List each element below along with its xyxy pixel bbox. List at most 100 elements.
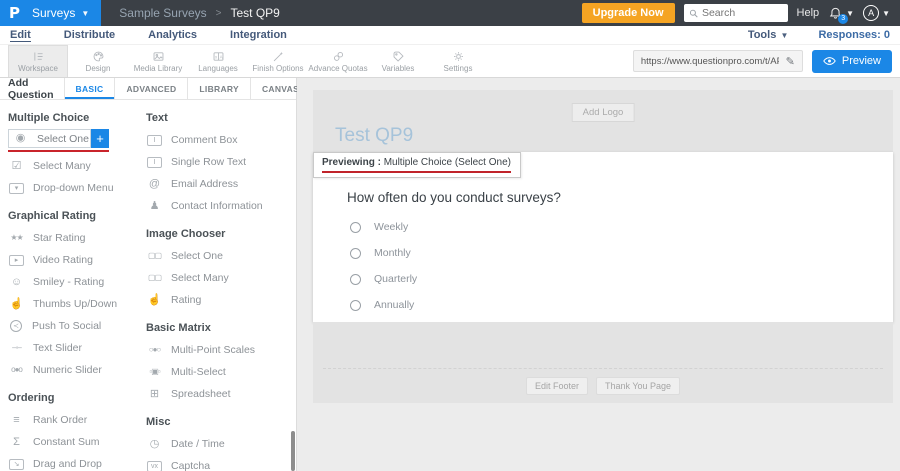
toolbar-workspace[interactable]: Workspace bbox=[8, 45, 68, 77]
share-icon: ≺ bbox=[10, 320, 22, 332]
question-type-star-rating[interactable]: ★★ Star Rating bbox=[8, 227, 146, 249]
section-misc: Misc bbox=[146, 416, 294, 428]
previewing-value: Multiple Choice (Select One) bbox=[384, 157, 511, 168]
multi-point-icon: ○●○ bbox=[146, 346, 163, 354]
question-type-spreadsheet[interactable]: ⊞ Spreadsheet bbox=[146, 383, 294, 405]
toolbar-design[interactable]: Design bbox=[68, 45, 128, 77]
section-ordering: Ordering bbox=[8, 392, 146, 404]
slider-icon: ‒◦‒ bbox=[8, 344, 25, 352]
workspace-icon bbox=[32, 50, 45, 63]
radio-icon[interactable] bbox=[350, 274, 361, 285]
question-type-select-one[interactable]: ◉ Select One + bbox=[8, 129, 109, 148]
question-type-image-rating[interactable]: ☝ Rating bbox=[146, 289, 294, 311]
tab-distribute[interactable]: Distribute bbox=[64, 29, 115, 41]
question-type-smiley-rating[interactable]: ☺ Smiley - Rating bbox=[8, 271, 146, 293]
responses-count[interactable]: Responses: 0 bbox=[818, 29, 890, 41]
question-type-multi-select[interactable]: ▫▣▫ Multi-Select bbox=[146, 361, 294, 383]
question-type-select-many[interactable]: ☑ Select Many bbox=[8, 155, 146, 177]
question-type-numeric-slider[interactable]: o●o Numeric Slider bbox=[8, 359, 146, 381]
image-pair-icon: ▢▢ bbox=[146, 274, 163, 282]
tab-advanced[interactable]: ADVANCED bbox=[114, 78, 187, 99]
question-text[interactable]: How often do you conduct surveys? bbox=[347, 190, 561, 205]
thumb-icon: ☝ bbox=[8, 299, 25, 310]
tab-edit[interactable]: Edit bbox=[10, 29, 31, 42]
toolbar-media-library[interactable]: Media Library bbox=[128, 45, 188, 77]
question-type-single-row-text[interactable]: I Single Row Text bbox=[146, 151, 294, 173]
edit-url-pencil-icon[interactable]: ✎ bbox=[786, 55, 795, 68]
avatar[interactable]: A bbox=[863, 5, 879, 21]
question-type-thumbs-up-down[interactable]: ☝ Thumbs Up/Down bbox=[8, 293, 146, 315]
tools-dropdown[interactable]: Tools ▼ bbox=[748, 29, 789, 41]
radio-option-monthly[interactable]: Monthly bbox=[350, 240, 417, 266]
magic-wand-icon bbox=[272, 50, 285, 63]
chevron-down-icon[interactable]: ▼ bbox=[846, 9, 854, 18]
search-input[interactable] bbox=[702, 7, 783, 19]
previewing-label: Previewing : bbox=[322, 157, 381, 168]
chevron-down-icon[interactable]: ▼ bbox=[882, 9, 890, 18]
help-link[interactable]: Help bbox=[797, 7, 820, 19]
thank-you-page-button[interactable]: Thank You Page bbox=[596, 377, 680, 395]
edit-footer-button[interactable]: Edit Footer bbox=[526, 377, 588, 395]
radio-icon[interactable] bbox=[350, 300, 361, 311]
search-icon bbox=[689, 8, 698, 19]
add-question-plus-button[interactable]: + bbox=[91, 129, 109, 148]
radio-option-annually[interactable]: Annually bbox=[350, 292, 417, 318]
question-type-multi-point-scales[interactable]: ○●○ Multi-Point Scales bbox=[146, 339, 294, 361]
question-type-drag-and-drop[interactable]: ↘ Drag and Drop bbox=[8, 453, 146, 471]
checkbox-list-icon: ☑ bbox=[8, 161, 25, 172]
question-type-rank-order[interactable]: ≡ Rank Order bbox=[8, 409, 146, 431]
question-type-image-select-one[interactable]: ▢▢ Select One bbox=[146, 245, 294, 267]
question-type-label: Select One bbox=[37, 133, 89, 145]
question-type-text-slider[interactable]: ‒◦‒ Text Slider bbox=[8, 337, 146, 359]
question-type-contact-information[interactable]: ♟ Contact Information bbox=[146, 195, 294, 217]
question-type-constant-sum[interactable]: Σ Constant Sum bbox=[8, 431, 146, 453]
comment-box-icon: I bbox=[147, 135, 162, 146]
section-graphical-rating: Graphical Rating bbox=[8, 210, 146, 222]
breadcrumb-parent[interactable]: Sample Surveys bbox=[119, 6, 206, 20]
radio-icon[interactable] bbox=[350, 248, 361, 259]
tab-library[interactable]: LIBRARY bbox=[187, 78, 250, 99]
toolbar-variables[interactable]: Variables bbox=[368, 45, 428, 77]
radio-option-weekly[interactable]: Weekly bbox=[350, 214, 417, 240]
question-type-dropdown-menu[interactable]: ▾ Drop-down Menu bbox=[8, 177, 146, 199]
toolbar-finish-options[interactable]: Finish Options bbox=[248, 45, 308, 77]
tab-integration[interactable]: Integration bbox=[230, 29, 287, 41]
captcha-icon: vx bbox=[147, 461, 162, 471]
breadcrumb-current: Test QP9 bbox=[231, 6, 280, 20]
numbered-list-icon: ≡ bbox=[8, 415, 25, 426]
notifications-bell-icon[interactable]: 3 bbox=[828, 6, 843, 21]
question-type-image-select-many[interactable]: ▢▢ Select Many bbox=[146, 267, 294, 289]
tab-basic[interactable]: BASIC bbox=[64, 78, 115, 99]
radio-option-quarterly[interactable]: Quarterly bbox=[350, 266, 417, 292]
question-type-email-address[interactable]: @ Email Address bbox=[146, 173, 294, 195]
tab-analytics[interactable]: Analytics bbox=[148, 29, 197, 41]
section-multiple-choice: Multiple Choice bbox=[8, 112, 146, 124]
tutorial-underline bbox=[8, 150, 109, 152]
thumb-rating-icon: ☝ bbox=[146, 295, 163, 306]
numeric-slider-icon: o●o bbox=[8, 366, 25, 374]
question-type-captcha[interactable]: vx Captcha bbox=[146, 455, 294, 471]
radio-icon[interactable] bbox=[350, 222, 361, 233]
question-type-push-to-social[interactable]: ≺ Push To Social bbox=[8, 315, 146, 337]
search-box[interactable] bbox=[684, 4, 788, 22]
footer-divider bbox=[323, 368, 883, 369]
svg-text:A: A bbox=[219, 54, 222, 59]
media-library-icon bbox=[152, 50, 165, 63]
dropdown-icon: ▾ bbox=[9, 183, 24, 194]
toolbar-settings[interactable]: Settings bbox=[428, 45, 488, 77]
share-url-input[interactable] bbox=[641, 56, 779, 67]
panel-scrollbar[interactable] bbox=[291, 431, 295, 471]
preview-button[interactable]: Preview bbox=[812, 50, 892, 73]
toolbar-advance-quotas[interactable]: Advance Quotas bbox=[308, 45, 368, 77]
share-url-field[interactable]: ✎ bbox=[633, 50, 803, 72]
surveys-menu[interactable]: P Surveys ▼ bbox=[0, 0, 101, 26]
question-type-date-time[interactable]: ◷ Date / Time bbox=[146, 433, 294, 455]
question-type-video-rating[interactable]: ▸ Video Rating bbox=[8, 249, 146, 271]
toolbar-languages[interactable]: xA Languages bbox=[188, 45, 248, 77]
upgrade-now-button[interactable]: Upgrade Now bbox=[582, 3, 675, 23]
questionpro-logo[interactable]: P bbox=[9, 4, 20, 22]
survey-title[interactable]: Test QP9 bbox=[335, 125, 413, 147]
chevron-down-icon: ▼ bbox=[81, 9, 89, 18]
add-logo-button[interactable]: Add Logo bbox=[572, 103, 635, 122]
question-type-comment-box[interactable]: I Comment Box bbox=[146, 129, 294, 151]
